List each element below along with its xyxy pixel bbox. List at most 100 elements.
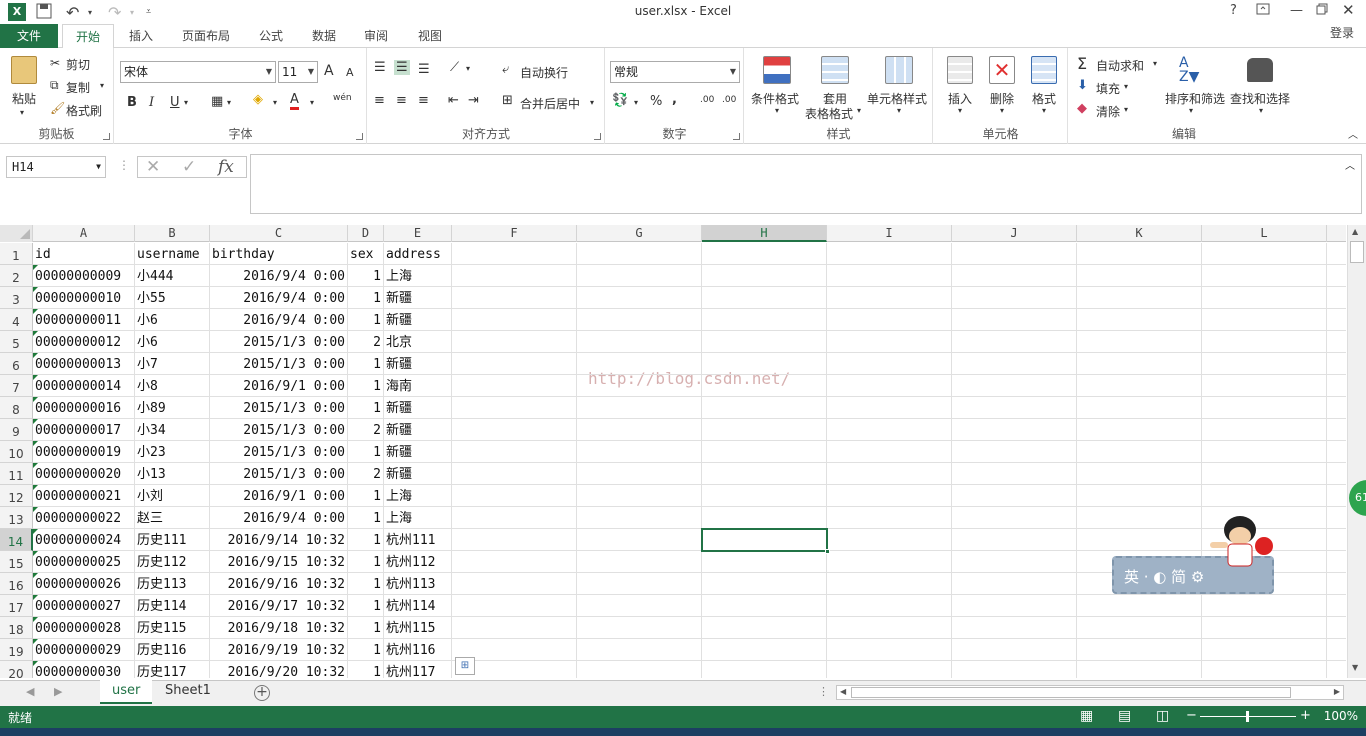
cell-a1[interactable]: id: [33, 243, 134, 265]
comma-button[interactable]: ,: [672, 92, 677, 107]
wrap-text-button[interactable]: 自动换行: [520, 64, 568, 81]
cell-e7[interactable]: 海南: [384, 375, 451, 397]
grow-font-button[interactable]: A: [324, 63, 334, 79]
insert-cells-icon[interactable]: [947, 56, 973, 84]
increase-indent-icon[interactable]: ⇥: [468, 93, 479, 108]
row-header-1[interactable]: 1: [0, 243, 33, 265]
format-cells-icon[interactable]: [1031, 56, 1057, 84]
cell-d15[interactable]: 1: [348, 551, 383, 573]
cell-b4[interactable]: 小6: [135, 309, 209, 331]
find-select-button[interactable]: 查找和选择: [1230, 90, 1290, 107]
cell-styles-dropdown-icon[interactable]: ▾: [897, 106, 901, 115]
format-painter-icon[interactable]: 🖌: [50, 101, 65, 115]
cell-c2[interactable]: 2016/9/4 0:00: [210, 265, 347, 287]
column-header-j[interactable]: J: [952, 225, 1077, 242]
cell-e20[interactable]: 杭州117: [384, 661, 451, 678]
confirm-entry-icon[interactable]: ✓: [182, 157, 196, 177]
cell-e10[interactable]: 新疆: [384, 441, 451, 463]
tab-file[interactable]: 文件: [0, 24, 58, 48]
align-right-icon[interactable]: ≡: [418, 93, 429, 108]
cell-d9[interactable]: 2: [348, 419, 383, 441]
paste-icon[interactable]: [11, 56, 37, 84]
sign-in-link[interactable]: 登录: [1330, 24, 1354, 42]
active-cell-selection[interactable]: [701, 528, 830, 554]
cell-d18[interactable]: 1: [348, 617, 383, 639]
fill-color-icon[interactable]: ◈: [253, 92, 263, 107]
row-header-5[interactable]: 5: [0, 331, 33, 353]
tab-formulas[interactable]: 公式: [250, 24, 292, 49]
cell-a6[interactable]: 00000000013: [33, 353, 134, 375]
cell-b13[interactable]: 赵三: [135, 507, 209, 529]
fill-color-dropdown-icon[interactable]: ▾: [273, 98, 277, 107]
formula-input[interactable]: ︿: [250, 154, 1362, 214]
cell-c3[interactable]: 2016/9/4 0:00: [210, 287, 347, 309]
delete-cells-dropdown-icon[interactable]: ▾: [1000, 106, 1004, 115]
cell-e3[interactable]: 新疆: [384, 287, 451, 309]
column-header-d[interactable]: D: [348, 225, 384, 242]
row-header-12[interactable]: 12: [0, 485, 33, 507]
cell-c6[interactable]: 2015/1/3 0:00: [210, 353, 347, 375]
merge-dropdown-icon[interactable]: ▾: [590, 98, 594, 107]
row-header-7[interactable]: 7: [0, 375, 33, 397]
cell-a4[interactable]: 00000000011: [33, 309, 134, 331]
cell-e11[interactable]: 新疆: [384, 463, 451, 485]
cell-d19[interactable]: 1: [348, 639, 383, 661]
cell-d6[interactable]: 1: [348, 353, 383, 375]
format-cells-button[interactable]: 格式: [1032, 90, 1056, 107]
close-icon[interactable]: ✕: [1342, 1, 1355, 19]
sort-filter-icon[interactable]: A Z▼: [1179, 56, 1207, 84]
delete-cells-icon[interactable]: ✕: [989, 56, 1015, 84]
cell-d11[interactable]: 2: [348, 463, 383, 485]
sort-filter-dropdown-icon[interactable]: ▾: [1189, 106, 1193, 115]
collapse-formula-bar-icon[interactable]: ︿: [1345, 157, 1355, 172]
cell-e18[interactable]: 杭州115: [384, 617, 451, 639]
cell-d1[interactable]: sex: [348, 243, 383, 265]
cell-styles-button[interactable]: 单元格样式: [867, 90, 927, 107]
merge-center-icon[interactable]: ⊞: [502, 93, 513, 108]
cell-a11[interactable]: 00000000020: [33, 463, 134, 485]
cell-c18[interactable]: 2016/9/18 10:32: [210, 617, 347, 639]
restore-icon[interactable]: [1316, 3, 1328, 19]
clear-button[interactable]: 清除: [1096, 103, 1120, 120]
cell-c5[interactable]: 2015/1/3 0:00: [210, 331, 347, 353]
tab-splitter-icon[interactable]: ⋮: [818, 685, 829, 698]
align-top-icon[interactable]: ☰: [374, 60, 386, 75]
cell-b2[interactable]: 小444: [135, 265, 209, 287]
cell-e16[interactable]: 杭州113: [384, 573, 451, 595]
cell-c4[interactable]: 2016/9/4 0:00: [210, 309, 347, 331]
normal-view-icon[interactable]: ▦: [1080, 708, 1093, 724]
italic-button[interactable]: I: [149, 95, 154, 110]
conditional-format-dropdown-icon[interactable]: ▾: [775, 106, 779, 115]
zoom-slider-thumb[interactable]: [1246, 711, 1249, 722]
sheet-nav-prev-icon[interactable]: ◀: [26, 685, 34, 698]
cell-b15[interactable]: 历史112: [135, 551, 209, 573]
cell-b6[interactable]: 小7: [135, 353, 209, 375]
cell-c14[interactable]: 2016/9/14 10:32: [210, 529, 347, 551]
cell-a20[interactable]: 00000000030: [33, 661, 134, 678]
insert-function-button[interactable]: fx: [218, 157, 234, 177]
cell-d3[interactable]: 1: [348, 287, 383, 309]
column-header-l[interactable]: L: [1202, 225, 1327, 242]
cell-a15[interactable]: 00000000025: [33, 551, 134, 573]
worksheet-grid[interactable]: ABCDEFGHIJKL 1 2 3 4 5 6 7 8 9 10 11 12 13 14 15 16 17 18…: [0, 225, 1346, 678]
cell-e19[interactable]: 杭州116: [384, 639, 451, 661]
column-header-c[interactable]: C: [210, 225, 348, 242]
clipboard-launcher-icon[interactable]: [103, 133, 110, 140]
formula-bar-splitter-icon[interactable]: ⋮: [118, 158, 130, 172]
row-header-13[interactable]: 13: [0, 507, 33, 529]
cell-c1[interactable]: birthday: [210, 243, 347, 265]
cell-b11[interactable]: 小13: [135, 463, 209, 485]
borders-dropdown-icon[interactable]: ▾: [227, 98, 231, 107]
currency-dropdown-icon[interactable]: ▾: [634, 98, 638, 107]
tab-view[interactable]: 视图: [408, 24, 452, 49]
autosum-button[interactable]: 自动求和: [1096, 57, 1144, 74]
cell-a9[interactable]: 00000000017: [33, 419, 134, 441]
align-left-icon[interactable]: ≡: [374, 93, 385, 108]
row-header-10[interactable]: 10: [0, 441, 33, 463]
horizontal-scrollbar[interactable]: ◀ ▶: [836, 685, 1344, 700]
font-size-select[interactable]: 11 ▼: [278, 61, 318, 83]
row-header-14[interactable]: 14: [0, 529, 33, 551]
format-as-table-button-line2[interactable]: 表格格式: [805, 105, 853, 122]
underline-dropdown-icon[interactable]: ▾: [184, 98, 188, 107]
cell-d2[interactable]: 1: [348, 265, 383, 287]
